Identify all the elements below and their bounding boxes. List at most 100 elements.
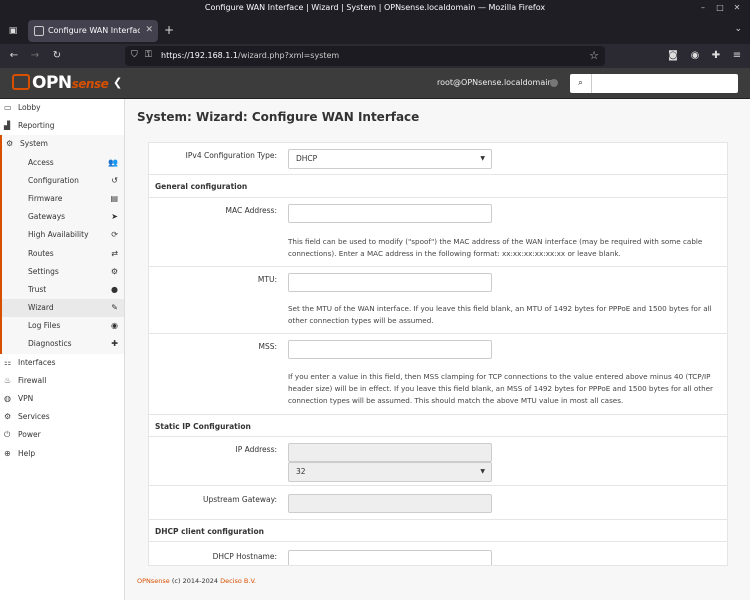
app-header: OPNsense ❮ root@OPNsense.localdomain ⌕ xyxy=(0,68,750,99)
footer-copyright: (c) 2014-2024 xyxy=(171,577,219,585)
opnsense-logo[interactable]: OPNsense xyxy=(12,73,109,93)
list-all-tabs-icon[interactable]: ⌄ xyxy=(734,24,742,34)
extensions-icon[interactable]: ✚ xyxy=(709,49,723,63)
sidebar-sub-trust[interactable]: Trust ● xyxy=(0,280,124,300)
mtu-input[interactable] xyxy=(288,273,492,292)
url-text[interactable]: https://192.168.1.1/wizard.php?xml=syste… xyxy=(161,51,339,60)
insecure-lock-icon[interactable]: ⚿ xyxy=(145,50,152,60)
page-title: System: Wizard: Configure WAN Interface xyxy=(137,110,420,124)
mss-label: MSS: xyxy=(258,342,277,351)
footer: OPNsense (c) 2014-2024 Deciso B.V. xyxy=(137,577,256,585)
new-tab-icon[interactable]: + xyxy=(164,23,174,37)
dropdown-caret-icon: ▼ xyxy=(480,155,485,162)
close-window-icon[interactable]: ✕ xyxy=(731,2,743,14)
collapse-sidebar-icon[interactable]: ❮ xyxy=(113,76,122,89)
mtu-label: MTU: xyxy=(257,275,277,284)
sidebar-sub-diagnostics[interactable]: Diagnostics ✚ xyxy=(0,335,124,354)
form-row-mtu: MTU: Set the MTU of the WAN interface. I… xyxy=(149,267,727,334)
refresh-icon: ⟳ xyxy=(111,230,118,240)
firmware-icon: ▤ xyxy=(110,193,118,203)
sidebar-sub-firmware[interactable]: Firmware ▤ xyxy=(0,189,124,209)
form-row-ipv4-type: IPv4 Configuration Type: DHCP ▼ xyxy=(149,143,727,175)
nav-toolbar: ← → ↻ ⛉ ⚿ https://192.168.1.1/wizard.php… xyxy=(0,44,750,68)
dhcp-hostname-input[interactable] xyxy=(288,550,492,565)
dhcp-hostname-label: DHCP Hostname: xyxy=(212,552,277,561)
fire-icon: ♨ xyxy=(4,375,12,385)
mac-address-input[interactable] xyxy=(288,204,492,223)
url-bar[interactable]: ⛉ ⚿ https://192.168.1.1/wizard.php?xml=s… xyxy=(125,46,605,66)
sidebar-item-lobby[interactable]: ▭ Lobby xyxy=(0,99,124,117)
sidebar: ▭ Lobby ▟ Reporting ⚙ System Access 👥 Config… xyxy=(0,99,125,600)
power-icon: ⏻ xyxy=(4,430,11,440)
search-input[interactable] xyxy=(592,74,738,93)
section-title-dhcp-client: DHCP client configuration xyxy=(155,527,264,536)
menu-icon[interactable]: ≡ xyxy=(730,49,744,63)
history-icon: ↺ xyxy=(111,175,118,185)
sitemap-icon: ⚏ xyxy=(4,357,12,367)
footer-brand-link[interactable]: OPNsense xyxy=(137,577,170,585)
tab-close-icon[interactable]: ✕ xyxy=(145,25,153,35)
sidebar-sub-access[interactable]: Access 👥 xyxy=(0,153,124,172)
sidebar-item-firewall[interactable]: ♨ Firewall xyxy=(0,372,124,390)
form-row-gateway: Upstream Gateway: xyxy=(149,486,727,520)
ipv4-type-select[interactable]: DHCP ▼ xyxy=(288,149,492,169)
sidebar-item-system[interactable]: ⚙ System xyxy=(0,135,124,154)
section-title-general: General configuration xyxy=(155,182,248,191)
pocket-icon[interactable]: ◙ xyxy=(666,49,680,63)
reload-icon[interactable]: ↻ xyxy=(50,49,64,63)
mac-label: MAC Address: xyxy=(225,206,278,215)
main-content: System: Wizard: Configure WAN Interface … xyxy=(125,99,750,600)
tab-list-icon[interactable]: ▣ xyxy=(6,24,20,38)
mss-help-text: If you enter a value in this field, then… xyxy=(288,372,714,405)
globe-icon: ◍ xyxy=(4,394,11,403)
section-general: General configuration xyxy=(149,175,727,198)
minimize-icon[interactable]: – xyxy=(697,2,709,14)
sidebar-item-services[interactable]: ⚙ Services xyxy=(0,408,124,426)
window-title: Configure WAN Interface | Wizard | Syste… xyxy=(204,3,546,12)
mss-input[interactable] xyxy=(288,340,492,359)
user-label[interactable]: root@OPNsense.localdomain xyxy=(437,78,553,87)
sidebar-item-vpn[interactable]: ◍ VPN xyxy=(0,390,124,408)
search-icon[interactable]: ⌕ xyxy=(570,74,592,93)
section-dhcp-client: DHCP client configuration xyxy=(149,520,727,542)
signpost-icon: ⇄ xyxy=(111,248,118,258)
sidebar-item-reporting[interactable]: ▟ Reporting xyxy=(0,117,124,135)
laptop-icon: ▭ xyxy=(4,103,12,112)
medkit-icon: ✚ xyxy=(111,339,118,349)
eye-icon: ◉ xyxy=(111,321,118,331)
upstream-gateway-input[interactable] xyxy=(288,494,492,513)
ip-address-input[interactable] xyxy=(288,443,492,462)
sidebar-sub-high-availability[interactable]: High Availability ⟳ xyxy=(0,226,124,245)
sidebar-sub-log-files[interactable]: Log Files ◉ xyxy=(0,317,124,336)
sidebar-sub-wizard[interactable]: Wizard ✎ xyxy=(0,299,124,318)
sidebar-sub-configuration[interactable]: Configuration ↺ xyxy=(0,171,124,190)
subnet-select[interactable]: 32 ▼ xyxy=(288,462,492,482)
section-title-static-ip: Static IP Configuration xyxy=(155,422,251,431)
maximize-icon[interactable]: □ xyxy=(714,2,726,14)
sidebar-item-help[interactable]: ⊕ Help xyxy=(0,445,124,463)
window-titlebar: Configure WAN Interface | Wizard | Syste… xyxy=(0,0,750,18)
bookmark-star-icon[interactable]: ☆ xyxy=(589,49,599,62)
users-icon: 👥 xyxy=(108,157,118,167)
location-arrow-icon: ➤ xyxy=(111,212,118,222)
gateway-label: Upstream Gateway: xyxy=(202,495,277,504)
footer-company-link[interactable]: Deciso B.V. xyxy=(220,577,256,585)
form-row-mss: MSS: If you enter a value in this field,… xyxy=(149,334,727,415)
favicon-icon xyxy=(34,26,44,36)
lifebuoy-icon: ⊕ xyxy=(4,448,11,458)
back-icon[interactable]: ← xyxy=(7,49,21,63)
cogs-icon: ⚙ xyxy=(110,266,118,276)
sidebar-sub-gateways[interactable]: Gateways ➤ xyxy=(0,208,124,227)
ipv4-type-label: IPv4 Configuration Type: xyxy=(185,151,277,160)
sidebar-sub-routes[interactable]: Routes ⇄ xyxy=(0,244,124,263)
forward-icon[interactable]: → xyxy=(28,49,42,63)
shield-icon[interactable]: ⛉ xyxy=(131,50,138,60)
browser-tab[interactable]: Configure WAN Interface | ✕ xyxy=(28,20,158,42)
form-row-dhcp-hostname: DHCP Hostname: xyxy=(149,542,727,565)
section-static-ip: Static IP Configuration xyxy=(149,415,727,437)
sidebar-item-interfaces[interactable]: ⚏ Interfaces xyxy=(0,354,124,372)
account-icon[interactable]: ◉ xyxy=(688,49,702,63)
sidebar-sub-settings[interactable]: Settings ⚙ xyxy=(0,262,124,281)
status-indicator-icon[interactable] xyxy=(550,79,558,87)
sidebar-item-power[interactable]: ⏻ Power xyxy=(0,426,124,444)
